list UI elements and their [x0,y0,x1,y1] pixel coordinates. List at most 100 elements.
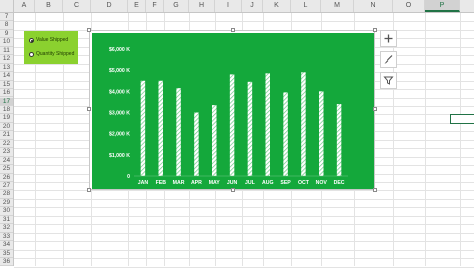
x-tick-label: DEC [334,180,345,186]
y-tick-label: $1,000 K [109,153,130,159]
row-header-15[interactable]: 15 [0,81,13,90]
chart-filters-button[interactable] [380,72,397,89]
row-header-19[interactable]: 19 [0,114,13,123]
row-header-9[interactable]: 9 [0,30,13,39]
grid-row-line [14,190,474,192]
x-tick-label: FEB [156,180,167,186]
row-header-23[interactable]: 23 [0,148,13,157]
column-header-d[interactable]: D [91,0,128,12]
resize-handle[interactable] [87,107,91,111]
row-header-33[interactable]: 33 [0,233,13,242]
column-header-k[interactable]: K [263,0,291,12]
plus-icon [384,34,393,43]
row-header-24[interactable]: 24 [0,157,13,166]
bar-aug[interactable] [265,73,271,176]
bar-nov[interactable] [319,91,324,176]
column-header-m[interactable]: M [321,0,354,12]
resize-handle[interactable] [87,28,91,32]
selected-cell[interactable] [450,114,474,124]
row-header-18[interactable]: 18 [0,106,13,115]
column-header-j[interactable]: J [242,0,263,12]
grid-row-line [14,215,474,217]
y-tick-label: $6,000 K [109,47,130,53]
column-header-bar: ABCDEFGHIJKLMNOP [0,0,474,13]
column-header-h[interactable]: H [189,0,215,12]
row-header-34[interactable]: 34 [0,241,13,250]
grid-row-line [14,224,474,226]
column-header-c[interactable]: C [63,0,91,12]
resize-handle[interactable] [373,188,377,192]
column-header-e[interactable]: E [128,0,146,12]
row-header-10[interactable]: 10 [0,38,13,47]
bar-chart: 0 $1,000 K $2,000 K $3,000 K $4,000 K $5,000 … [92,33,374,189]
row-header-bar: 7 8 9 10 11 12 13 14 15 16 17 18 19 20 21 22 23 24 25 26 27 2… [0,13,14,267]
row-header-22[interactable]: 22 [0,140,13,149]
column-header-a[interactable]: A [14,0,35,12]
y-tick-label: $5,000 K [109,68,130,74]
chart-styles-button[interactable] [380,51,397,68]
column-header-g[interactable]: G [164,0,189,12]
x-tick-label: JUL [245,180,256,186]
grid-row-line [14,232,474,234]
row-header-26[interactable]: 26 [0,174,13,182]
radio-label: Value Shipped [36,37,69,43]
radio-button[interactable] [29,37,34,43]
row-header-20[interactable]: 20 [0,123,13,132]
row-header-12[interactable]: 12 [0,55,13,64]
x-tick-label: JUN [227,180,238,186]
grid-row-line [14,21,474,23]
bar-dec[interactable] [336,104,342,176]
row-header-36[interactable]: 36 [0,258,13,267]
row-header-13[interactable]: 13 [0,64,13,73]
row-header-7[interactable]: 7 [0,13,13,22]
x-tick-label: MAR [173,180,185,186]
column-header-l[interactable]: L [291,0,321,12]
row-header-31[interactable]: 31 [0,216,13,225]
radio-option-quantity[interactable]: Quantity Shipped [29,51,74,57]
column-header-b[interactable]: B [35,0,63,12]
bar-jun[interactable] [229,74,235,176]
row-header-25[interactable]: 25 [0,165,13,174]
row-header-14[interactable]: 14 [0,72,13,81]
radio-option-value[interactable]: Value Shipped [29,37,68,43]
resize-handle[interactable] [231,28,235,32]
row-header-21[interactable]: 21 [0,131,13,140]
radio-button[interactable] [29,51,34,57]
column-header-n[interactable]: N [354,0,393,12]
row-header-29[interactable]: 29 [0,199,13,208]
bar-jan[interactable] [140,80,146,176]
column-header-i[interactable]: I [215,0,242,12]
radio-label: Quantity Shipped [36,51,75,57]
bar-oct[interactable] [301,72,306,176]
y-tick-label: $2,000 K [109,132,130,138]
resize-handle[interactable] [231,188,235,192]
column-header-f[interactable]: F [146,0,164,12]
row-header-35[interactable]: 35 [0,250,13,259]
brush-icon [384,55,393,64]
bar-may[interactable] [212,105,217,176]
bar-mar[interactable] [176,88,181,176]
row-header-28[interactable]: 28 [0,190,13,199]
resize-handle[interactable] [373,28,377,32]
bar-jul[interactable] [247,81,253,176]
row-header-17[interactable]: 17 [0,97,13,106]
grid-row-line [14,266,474,268]
row-header-27[interactable]: 27 [0,182,13,191]
row-header-8[interactable]: 8 [0,21,13,30]
grid-row-line [14,249,474,251]
row-header-30[interactable]: 30 [0,207,13,216]
column-header-p[interactable]: P [425,0,460,12]
bar-feb[interactable] [158,80,164,176]
column-header-o[interactable]: O [393,0,425,12]
select-all-corner[interactable] [0,0,14,12]
x-tick-label: APR [191,180,202,186]
chart-elements-button[interactable] [380,30,397,47]
row-header-11[interactable]: 11 [0,47,13,56]
resize-handle[interactable] [373,107,377,111]
bar-sep[interactable] [283,92,288,176]
chart-object[interactable]: 0 $1,000 K $2,000 K $3,000 K $4,000 K $5,000 … [87,28,377,192]
row-header-16[interactable]: 16 [0,89,13,98]
row-header-32[interactable]: 32 [0,224,13,233]
bar-apr[interactable] [194,112,199,177]
resize-handle[interactable] [87,188,91,192]
